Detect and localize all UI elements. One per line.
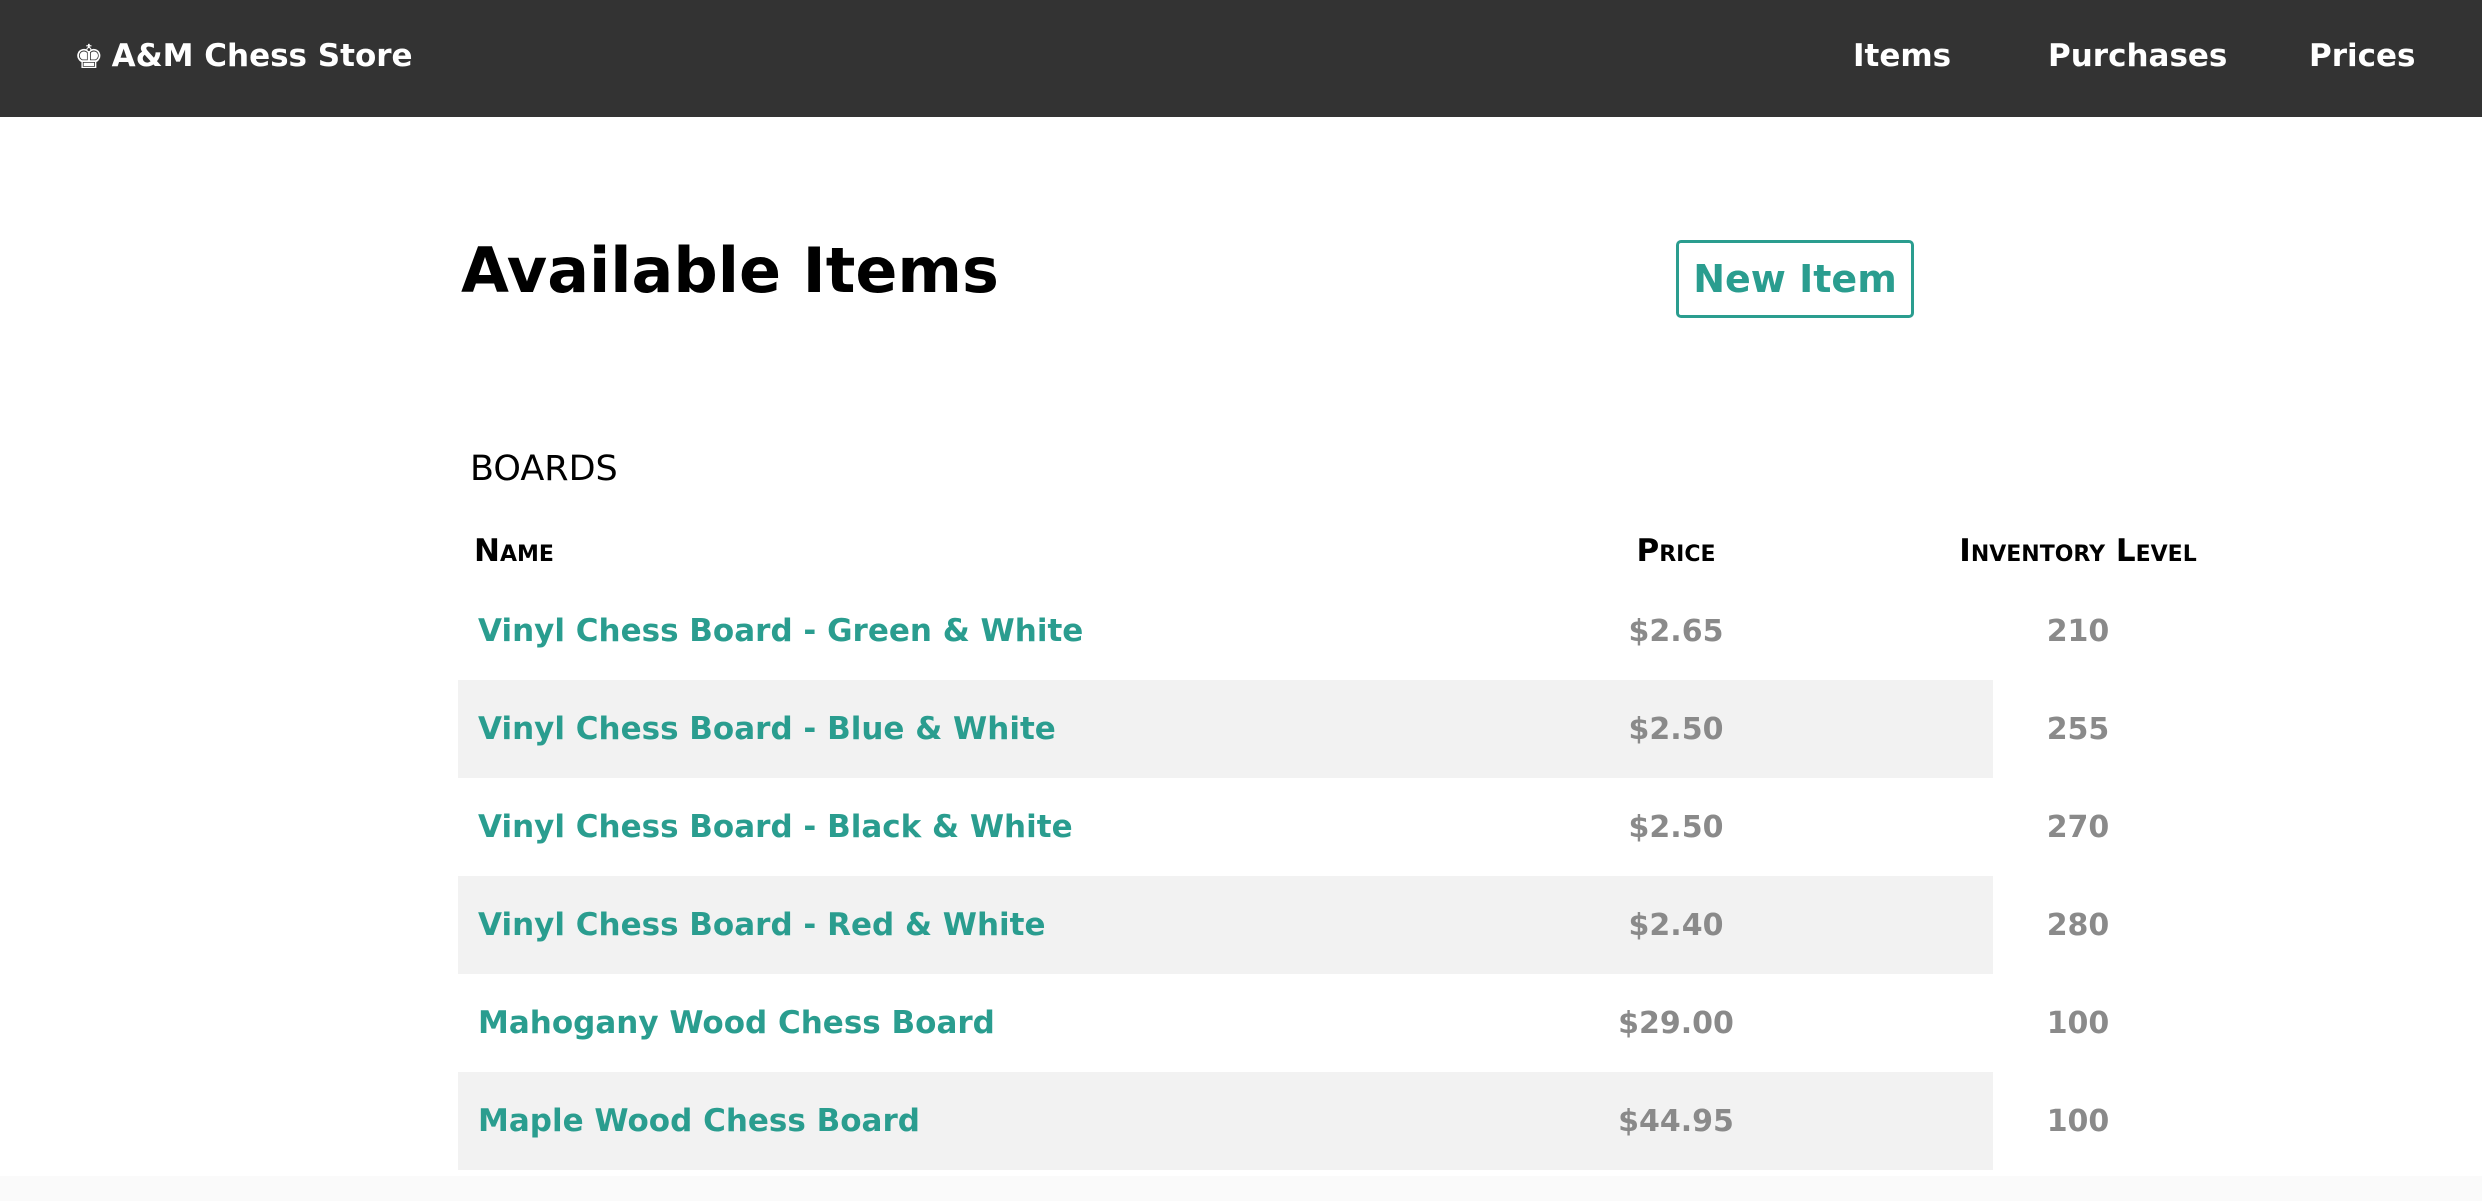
page-bottom-edge (0, 1176, 2482, 1201)
item-inventory: 100 (2046, 1005, 2110, 1041)
item-price: $2.65 (1628, 613, 1724, 649)
page-title: Available Items (461, 234, 999, 307)
table-header-row: Name Price Inventory Level (458, 520, 2197, 582)
table-row: Vinyl Chess Board - Green & White $2.65 … (458, 582, 2109, 680)
item-name-link[interactable]: Maple Wood Chess Board (478, 1103, 920, 1139)
item-price: $2.50 (1628, 809, 1724, 845)
column-header-name: Name (474, 533, 554, 569)
section-title-boards: BOARDS (470, 449, 618, 489)
item-name-link[interactable]: Vinyl Chess Board - Black & White (478, 809, 1073, 845)
table-row: Vinyl Chess Board - Black & White $2.50 … (458, 778, 2109, 876)
item-inventory: 210 (2046, 613, 2110, 649)
table-row: Maple Wood Chess Board $44.95 100 (458, 1072, 2109, 1170)
top-navbar: ♚ A&M Chess Store Items Purchases Prices (0, 0, 2482, 117)
item-price: $44.95 (1618, 1103, 1734, 1139)
new-item-button[interactable]: New Item (1676, 240, 1914, 318)
brand-title: A&M Chess Store (111, 38, 413, 74)
nav-link-prices[interactable]: Prices (2309, 0, 2416, 112)
nav-link-items[interactable]: Items (1853, 0, 1951, 112)
chess-king-icon: ♚ (74, 36, 104, 76)
brand-link[interactable]: ♚ A&M Chess Store (74, 0, 413, 112)
items-table: Name Price Inventory Level Vinyl Chess B… (458, 520, 2197, 1170)
item-inventory: 270 (2046, 809, 2110, 845)
table-row: Mahogany Wood Chess Board $29.00 100 (458, 974, 2109, 1072)
column-header-inventory: Inventory Level (1959, 533, 2197, 569)
item-name-link[interactable]: Vinyl Chess Board - Blue & White (478, 711, 1056, 747)
item-price: $29.00 (1618, 1005, 1734, 1041)
item-inventory: 255 (2046, 711, 2110, 747)
column-header-price: Price (1636, 533, 1716, 569)
item-price: $2.40 (1628, 907, 1724, 943)
item-name-link[interactable]: Vinyl Chess Board - Green & White (478, 613, 1083, 649)
item-price: $2.50 (1628, 711, 1724, 747)
table-row: Vinyl Chess Board - Red & White $2.40 28… (458, 876, 2109, 974)
item-name-link[interactable]: Mahogany Wood Chess Board (478, 1005, 995, 1041)
item-inventory: 280 (2046, 907, 2110, 943)
item-name-link[interactable]: Vinyl Chess Board - Red & White (478, 907, 1046, 943)
nav-link-purchases[interactable]: Purchases (2048, 0, 2227, 112)
item-inventory: 100 (2046, 1103, 2110, 1139)
table-row: Vinyl Chess Board - Blue & White $2.50 2… (458, 680, 2109, 778)
